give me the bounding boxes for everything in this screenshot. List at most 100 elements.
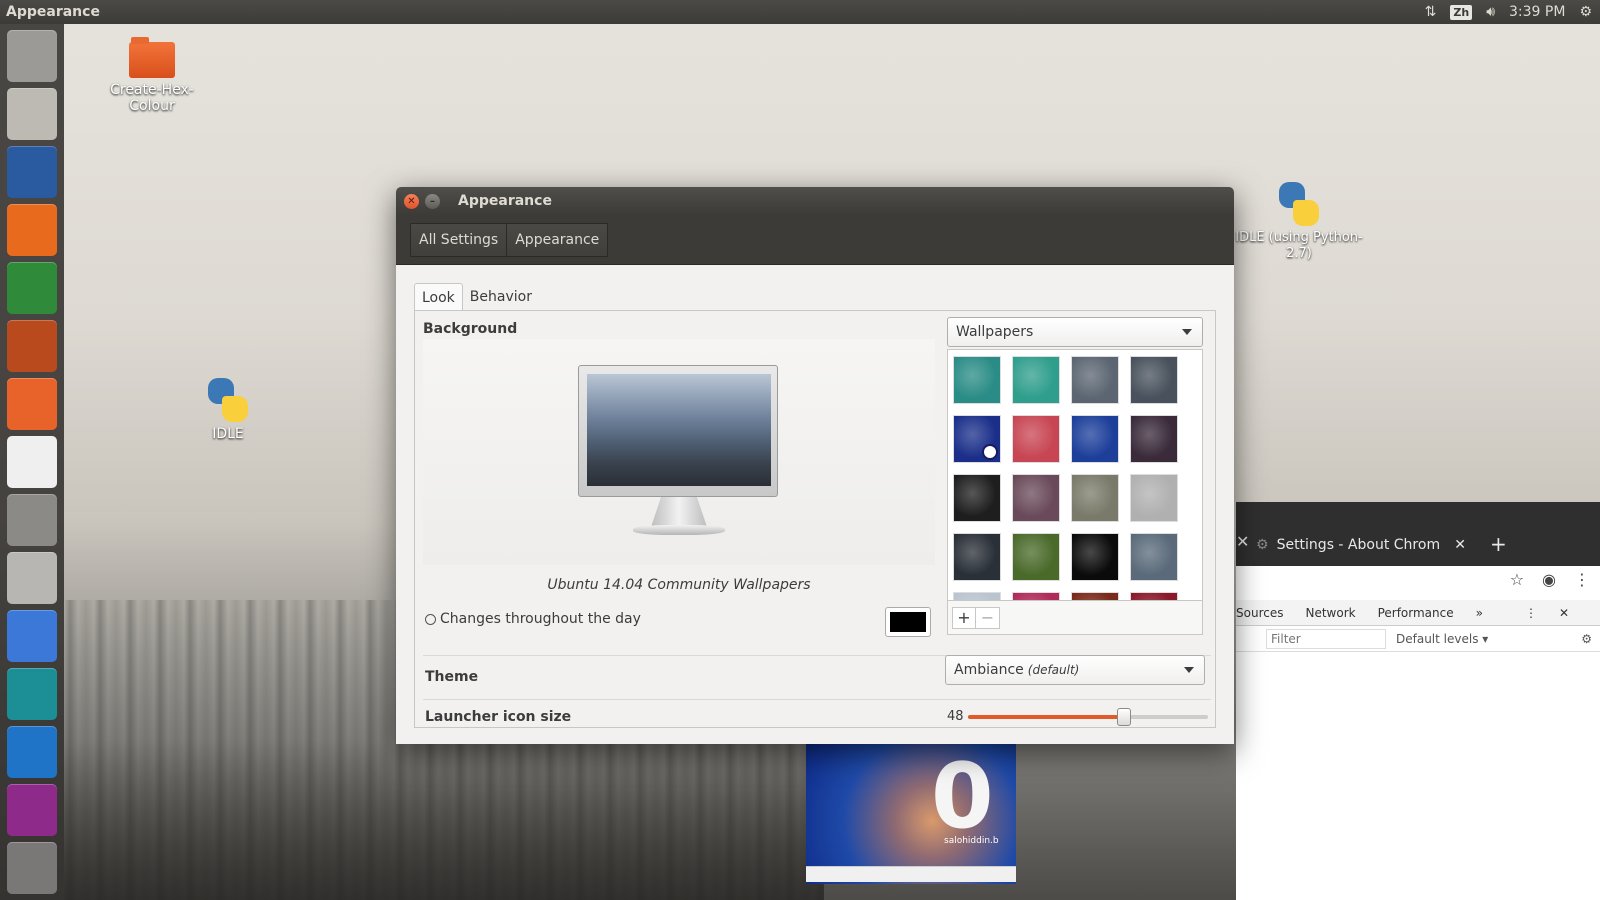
tab-look[interactable]: Look	[414, 283, 463, 311]
launcher-libreoffice-writer-icon[interactable]	[7, 146, 57, 198]
new-tab-button[interactable]: +	[1490, 532, 1507, 556]
wallpaper-source-dropdown[interactable]: Wallpapers	[947, 317, 1203, 347]
launcher-ubuntu-dash-icon[interactable]	[7, 30, 57, 82]
devtools-more-tabs[interactable]: »	[1476, 606, 1483, 620]
all-settings-button[interactable]: All Settings	[410, 222, 508, 257]
devtools-tab[interactable]: Network	[1305, 606, 1355, 620]
star-icon[interactable]: ☆	[1510, 570, 1524, 589]
appearance-crumb-button[interactable]: Appearance	[507, 222, 609, 257]
add-wallpaper-button[interactable]: +	[952, 606, 976, 629]
wallpaper-thumbnail[interactable]	[1071, 474, 1119, 522]
slider-handle[interactable]	[1116, 707, 1131, 726]
gear-icon[interactable]: ⚙	[1581, 632, 1592, 646]
theme-label: Theme	[425, 669, 479, 685]
network-icon[interactable]: ⇅	[1425, 4, 1437, 20]
remove-wallpaper-button[interactable]: −	[976, 606, 1000, 629]
power-gear-icon[interactable]: ⚙	[1579, 4, 1592, 20]
launcher-amazon-icon[interactable]	[7, 436, 57, 488]
wallpaper-source-value: Wallpapers	[956, 324, 1034, 340]
wallpaper-thumbnail[interactable]	[1130, 356, 1178, 404]
devtools-tab[interactable]: Sources	[1236, 606, 1283, 620]
devtools-filter-bar: Default levels ▾ ⚙	[1236, 626, 1600, 652]
keyboard-indicator[interactable]: Zh	[1450, 4, 1473, 20]
folder-icon	[129, 37, 175, 78]
panel-indicators: ⇅ Zh 🔊︎ 3:39 PM ⚙	[1425, 4, 1600, 20]
launcher-firefox-icon[interactable]	[7, 204, 57, 256]
wallpaper-thumbnail[interactable]	[953, 533, 1001, 581]
wallpaper-thumbnail[interactable]	[1130, 415, 1178, 463]
desktop-forest-shade	[64, 740, 824, 900]
desktop-icon-idle[interactable]: IDLE	[196, 376, 260, 442]
monitor-base	[633, 525, 725, 535]
wallpaper-thumbnail[interactable]	[953, 356, 1001, 404]
color-picker-button[interactable]	[885, 607, 931, 637]
horizontal-scrollbar[interactable]	[806, 866, 1016, 882]
wallpaper-thumbnail[interactable]	[1012, 415, 1060, 463]
wallpaper-thumbnail[interactable]	[953, 474, 1001, 522]
wallpaper-thumbnail[interactable]	[1012, 356, 1060, 404]
desktop-icon-idle-py27[interactable]: IDLE (using Python-2.7)	[1232, 180, 1366, 262]
wallpaper-thumbnail[interactable]	[1012, 592, 1060, 600]
launcher-size-slider[interactable]: 48	[947, 707, 1208, 726]
close-icon[interactable]: ✕	[1454, 537, 1466, 553]
levels-dropdown[interactable]: Default levels ▾	[1396, 632, 1488, 646]
wallpaper-grid	[953, 356, 1178, 600]
profile-icon[interactable]: ◉	[1542, 570, 1556, 589]
wallpaper-thumbnail[interactable]	[1071, 415, 1119, 463]
launcher-system-settings-icon[interactable]	[7, 494, 57, 546]
theme-dropdown[interactable]: Ambiance (default)	[945, 655, 1205, 685]
menu-icon[interactable]: ⋮	[1574, 570, 1590, 589]
desktop-icon-label: IDLE (using Python-2.7)	[1235, 230, 1363, 261]
wallpaper-thumbnail[interactable]	[1012, 533, 1060, 581]
clock-icon	[425, 613, 436, 625]
wallpaper-thumbnail[interactable]	[953, 415, 1001, 463]
launcher-files-icon[interactable]	[7, 88, 57, 140]
slider-track[interactable]	[967, 707, 1208, 726]
divider	[423, 699, 1211, 700]
wallpaper-name: Ubuntu 14.04 Community Wallpapers	[547, 577, 811, 593]
wallpaper-thumbnail[interactable]	[1071, 356, 1119, 404]
chrome-window: ✕ ⚙ Settings - About Chrom ✕ + ☆ ◉ ⋮ Sou…	[1236, 502, 1600, 900]
launcher-libreoffice-calc-icon[interactable]	[7, 262, 57, 314]
wallpaper-thumbnail[interactable]	[953, 592, 1001, 600]
window-titlebar[interactable]: ✕ – Appearance	[396, 187, 1234, 215]
desktop-icon-folder[interactable]: Create-Hex-Colour	[88, 37, 216, 114]
monitor-stand	[651, 497, 707, 527]
monitor-preview-image	[578, 365, 778, 497]
wallpaper-thumbnail[interactable]	[1130, 592, 1178, 600]
minimize-button[interactable]: –	[425, 193, 440, 209]
devtools-menu-icon[interactable]: ⋮	[1525, 606, 1537, 620]
theme-default-tag: (default)	[1027, 663, 1080, 677]
devtools-tab[interactable]: Performance	[1378, 606, 1454, 620]
launcher-arduino-icon[interactable]	[7, 668, 57, 720]
clock-icon	[982, 444, 998, 460]
launcher-remote-desktop-icon[interactable]	[7, 784, 57, 836]
launcher-trash-icon[interactable]	[7, 842, 57, 894]
chevron-down-icon	[1184, 667, 1194, 673]
launcher-vscode-icon[interactable]	[7, 726, 57, 778]
launcher-chromium-icon[interactable]	[7, 610, 57, 662]
wallpaper-thumbnail[interactable]	[1130, 533, 1178, 581]
launcher-ubuntu-software-icon[interactable]	[7, 378, 57, 430]
close-icon[interactable]: ✕	[1236, 532, 1250, 551]
wallpaper-thumbnail[interactable]	[1130, 474, 1178, 522]
clock-text[interactable]: 3:39 PM	[1509, 4, 1565, 20]
desktop-icon-label: Create-Hex-Colour	[110, 82, 194, 114]
launcher-disks-icon[interactable]	[7, 552, 57, 604]
wallpaper-thumbnail[interactable]	[1071, 533, 1119, 581]
volume-icon[interactable]: 🔊︎	[1486, 4, 1495, 20]
wallpaper-thumbnail[interactable]	[1012, 474, 1060, 522]
close-button[interactable]: ✕	[404, 193, 419, 209]
chrome-tab[interactable]: ⚙ Settings - About Chrom ✕	[1256, 530, 1466, 560]
color-swatch	[890, 612, 926, 632]
filter-input[interactable]	[1266, 628, 1386, 649]
slider-fill	[967, 714, 1124, 719]
tab-bar: Look Behavior	[414, 283, 1216, 311]
tab-behavior[interactable]: Behavior	[463, 283, 539, 311]
wallpaper-thumbnail[interactable]	[1071, 592, 1119, 600]
close-icon[interactable]: ✕	[1559, 606, 1569, 620]
changes-throughout-day-row: Changes throughout the day	[425, 611, 641, 627]
changes-label: Changes throughout the day	[440, 611, 641, 627]
launcher-libreoffice-impress-icon[interactable]	[7, 320, 57, 372]
wallpaper-grid-container[interactable]	[947, 349, 1203, 601]
